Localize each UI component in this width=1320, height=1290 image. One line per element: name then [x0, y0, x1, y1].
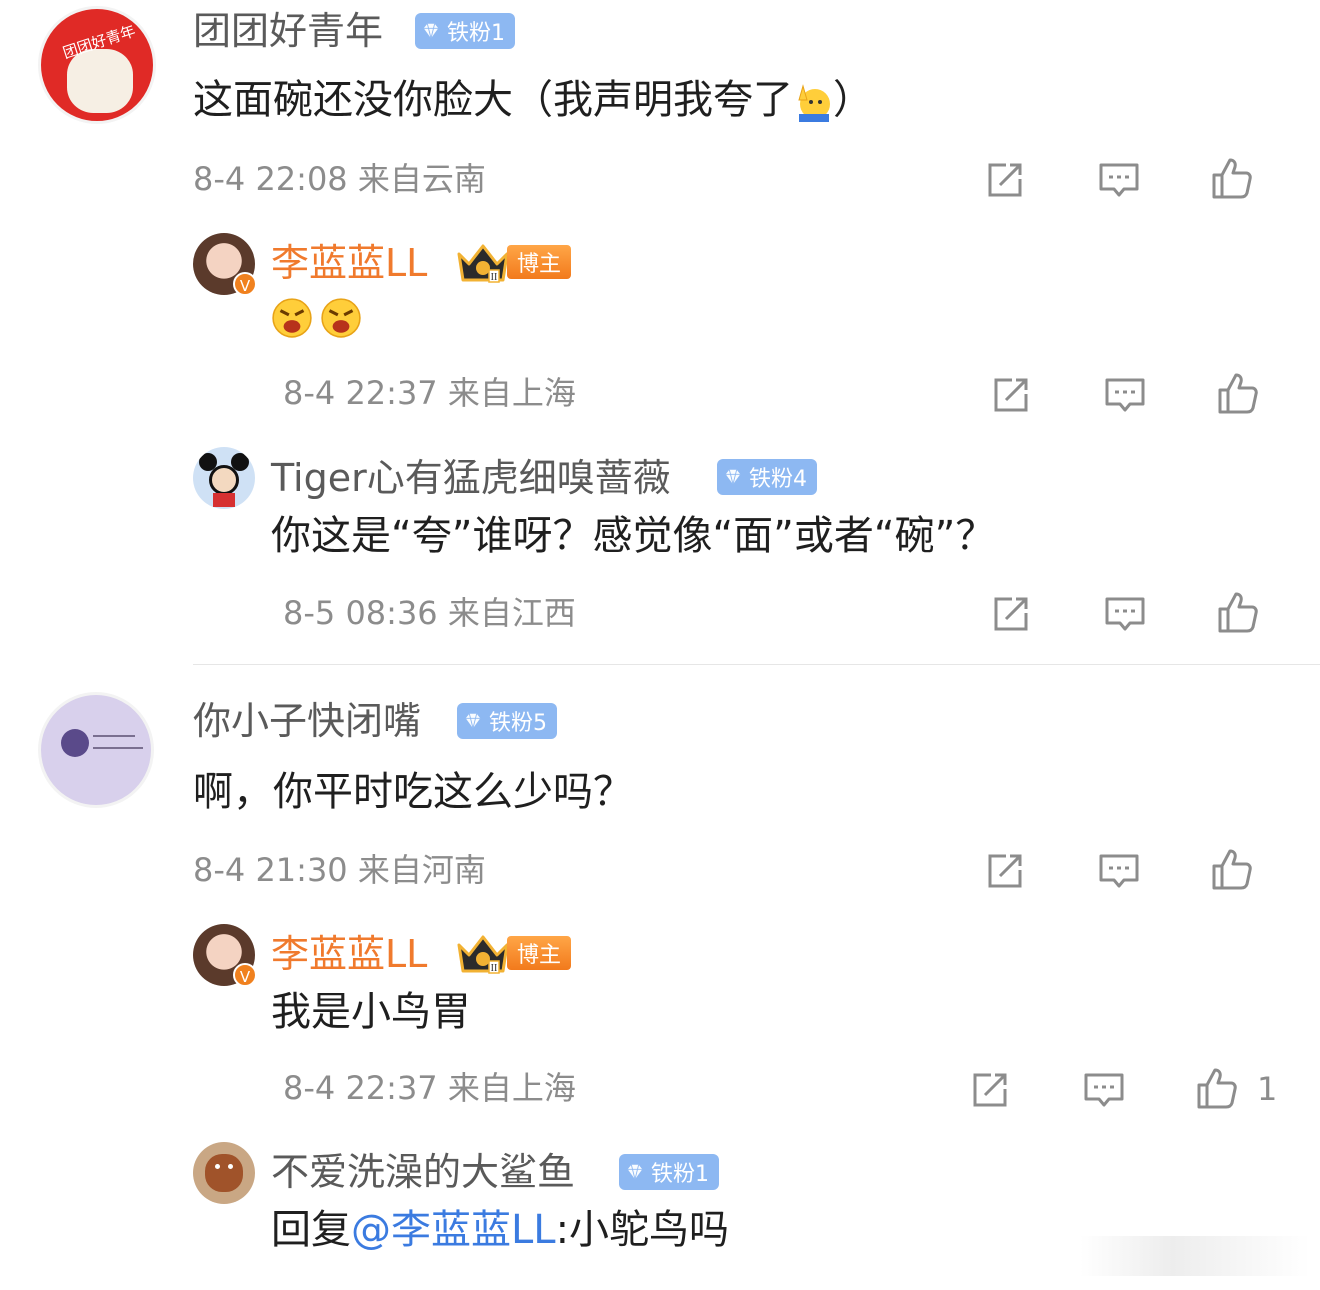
reply-meta: 8-4 22:37 来自上海	[283, 1069, 576, 1107]
blogger-badge[interactable]: 博主	[455, 931, 572, 975]
crown-icon	[455, 240, 511, 284]
angry-emoji-icon	[271, 297, 313, 339]
fan-badge-label: 铁粉4	[749, 467, 807, 492]
thumbs-up-icon	[1214, 589, 1260, 635]
reply-prefix: 回复	[271, 1207, 351, 1253]
repost-button[interactable]	[967, 1067, 1013, 1113]
blogger-badge-label: 博主	[507, 936, 572, 970]
avatar[interactable]	[38, 692, 154, 808]
avatar[interactable]	[193, 1142, 255, 1204]
comment-text-end: ）	[833, 77, 873, 123]
avatar-body	[213, 493, 235, 507]
comment-username[interactable]: 团团好青年	[193, 12, 383, 50]
repost-icon	[967, 1067, 1013, 1113]
angry-emoji-icon	[320, 297, 362, 339]
fan-badge-label: 铁粉5	[489, 711, 547, 736]
avatar-face	[209, 465, 239, 495]
fan-badge[interactable]: 铁粉5	[457, 703, 557, 739]
reply-username[interactable]: 李蓝蓝LL	[271, 935, 427, 973]
diamond-icon	[723, 466, 743, 488]
like-button[interactable]	[1208, 155, 1254, 201]
reply-text: 我是小鸟胃	[271, 989, 471, 1035]
comment-text-body: 这面碗还没你脸大（我声明我夸了	[193, 77, 793, 123]
reply-username[interactable]: 李蓝蓝LL	[271, 244, 427, 282]
avatar-scribble	[93, 747, 143, 749]
comment-text: 这面碗还没你脸大（我声明我夸了 ）	[193, 80, 873, 122]
thumbs-up-icon	[1208, 155, 1254, 201]
avatar-cookie	[205, 1154, 243, 1192]
reply-username[interactable]: Tiger心有猛虎细嗅蔷薇	[271, 459, 671, 497]
verified-icon: V	[233, 272, 257, 296]
comment-icon	[1096, 848, 1142, 894]
repost-button[interactable]	[988, 372, 1034, 418]
fan-badge-label: 铁粉1	[651, 1162, 709, 1187]
fan-badge[interactable]: 铁粉4	[717, 459, 817, 495]
fan-badge[interactable]: 铁粉1	[415, 13, 515, 49]
repost-button[interactable]	[982, 157, 1028, 203]
comment-username[interactable]: 你小子快闭嘴	[193, 702, 421, 740]
verified-icon: V	[233, 963, 257, 987]
comment-meta: 8-4 22:08 来自云南	[193, 160, 486, 198]
like-button[interactable]	[1208, 846, 1254, 892]
comment-meta: 8-4 21:30 来自河南	[193, 851, 486, 889]
repost-icon	[982, 157, 1028, 203]
thumbs-up-icon	[1208, 846, 1254, 892]
comment-button[interactable]	[1096, 157, 1142, 203]
blogger-badge[interactable]: 博主	[455, 240, 572, 284]
comment-icon	[1102, 591, 1148, 637]
wave-emoji-icon	[793, 82, 833, 122]
fan-badge-label: 铁粉1	[447, 21, 505, 46]
diamond-icon	[463, 710, 483, 732]
reply-meta: 8-4 22:37 来自上海	[283, 374, 576, 412]
like-button[interactable]	[1214, 589, 1260, 635]
thumbs-up-icon	[1214, 370, 1260, 416]
like-button[interactable]	[1214, 370, 1260, 416]
comment-button[interactable]	[1096, 848, 1142, 894]
avatar-cookie-eye	[215, 1164, 220, 1169]
avatar-scribble	[93, 735, 135, 737]
repost-icon	[982, 848, 1028, 894]
mention-link[interactable]: @李蓝蓝LL	[351, 1207, 556, 1253]
diamond-icon	[421, 20, 441, 42]
repost-button[interactable]	[988, 591, 1034, 637]
avatar-planet	[61, 729, 89, 757]
diamond-icon	[625, 1161, 645, 1183]
reply-text-body: :小鸵鸟吗	[555, 1207, 730, 1253]
like-count: 1	[1257, 1070, 1278, 1108]
thumbs-up-icon	[1193, 1065, 1239, 1111]
like-button[interactable]	[1193, 1065, 1239, 1111]
comment-icon	[1081, 1067, 1127, 1113]
comment-button[interactable]	[1102, 591, 1148, 637]
fan-badge[interactable]: 铁粉1	[619, 1154, 719, 1190]
repost-icon	[988, 372, 1034, 418]
divider	[193, 664, 1320, 665]
crown-icon	[455, 931, 511, 975]
reply-username[interactable]: 不爱洗澡的大鲨鱼	[271, 1153, 575, 1191]
avatar[interactable]: 团团好青年	[38, 6, 156, 124]
reply-text: 回复@李蓝蓝LL:小鸵鸟吗	[271, 1210, 729, 1250]
comment-icon	[1102, 372, 1148, 418]
repost-icon	[988, 591, 1034, 637]
avatar[interactable]	[193, 447, 255, 509]
bottom-fade	[1080, 1236, 1310, 1276]
reply-emoji-row	[271, 297, 362, 339]
comment-icon	[1096, 157, 1142, 203]
comment-button[interactable]	[1081, 1067, 1127, 1113]
comment-button[interactable]	[1102, 372, 1148, 418]
reply-meta: 8-5 08:36 来自江西	[283, 594, 576, 632]
reply-text: 你这是“夸”谁呀？感觉像“面”或者“碗”？	[271, 513, 996, 559]
blogger-badge-label: 博主	[507, 245, 572, 279]
repost-button[interactable]	[982, 848, 1028, 894]
avatar-cookie-eye	[228, 1164, 233, 1169]
comment-text: 啊，你平时吃这么少吗？	[193, 769, 633, 815]
